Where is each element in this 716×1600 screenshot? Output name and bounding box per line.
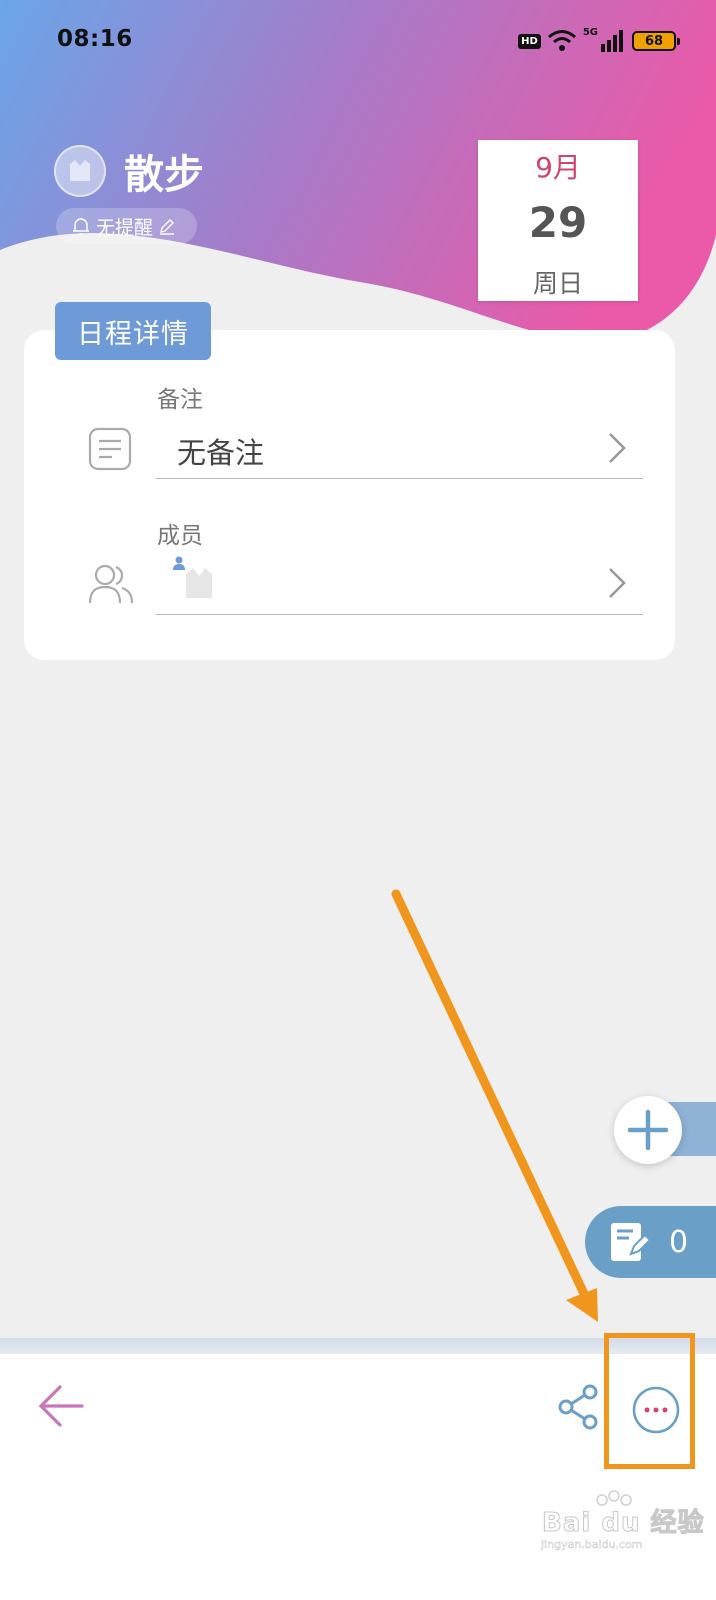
status-bar: 08:16 HD 5G 68 (0, 0, 716, 80)
member-avatar[interactable] (180, 562, 218, 602)
date-weekday: 周日 (532, 269, 583, 298)
notes-button[interactable]: 0 (585, 1206, 716, 1278)
plus-icon (627, 1109, 669, 1151)
network-type: 5G (582, 27, 598, 38)
hd-badge: HD (518, 33, 541, 49)
wifi-icon (547, 30, 576, 51)
add-button[interactable] (614, 1096, 682, 1164)
date-day: 29 (528, 198, 588, 247)
watermark-url: jingyan.baidu.com (541, 1538, 643, 1552)
section-title: 日程详情 (55, 302, 211, 360)
status-icons: HD 5G 68 (518, 27, 680, 55)
avatar-icon (70, 160, 90, 181)
note-icon (88, 427, 132, 471)
share-icon[interactable] (554, 1382, 604, 1432)
members-icon (88, 564, 134, 604)
notes-edit-icon (611, 1223, 651, 1261)
note-divider (156, 478, 643, 479)
event-title: 散步 (124, 152, 204, 198)
reminder-label: 无提醒 (96, 216, 154, 239)
signal-icon (601, 30, 623, 52)
event-avatar (54, 145, 106, 197)
reminder-chip[interactable]: 无提醒 (56, 208, 198, 244)
members-divider (156, 614, 643, 615)
edit-pencil-icon (160, 219, 175, 235)
watermark-brand: Bai du 经验 (542, 1508, 705, 1539)
battery-level: 68 (644, 33, 664, 49)
chevron-right-icon[interactable] (602, 430, 630, 466)
details-card (24, 330, 675, 660)
members-label: 成员 (157, 523, 203, 549)
date-month: 9月 (535, 151, 581, 184)
chevron-right-icon[interactable] (602, 565, 630, 601)
date-card: 9月 29 周日 (478, 140, 638, 301)
note-value[interactable]: 无备注 (177, 430, 264, 472)
back-arrow-icon[interactable] (32, 1378, 92, 1434)
battery-icon: 68 (632, 31, 680, 51)
highlight-box (604, 1333, 695, 1469)
notes-count: 0 (669, 1224, 689, 1260)
bell-icon (73, 218, 89, 235)
status-time: 08:16 (57, 26, 133, 52)
note-label: 备注 (157, 387, 203, 413)
